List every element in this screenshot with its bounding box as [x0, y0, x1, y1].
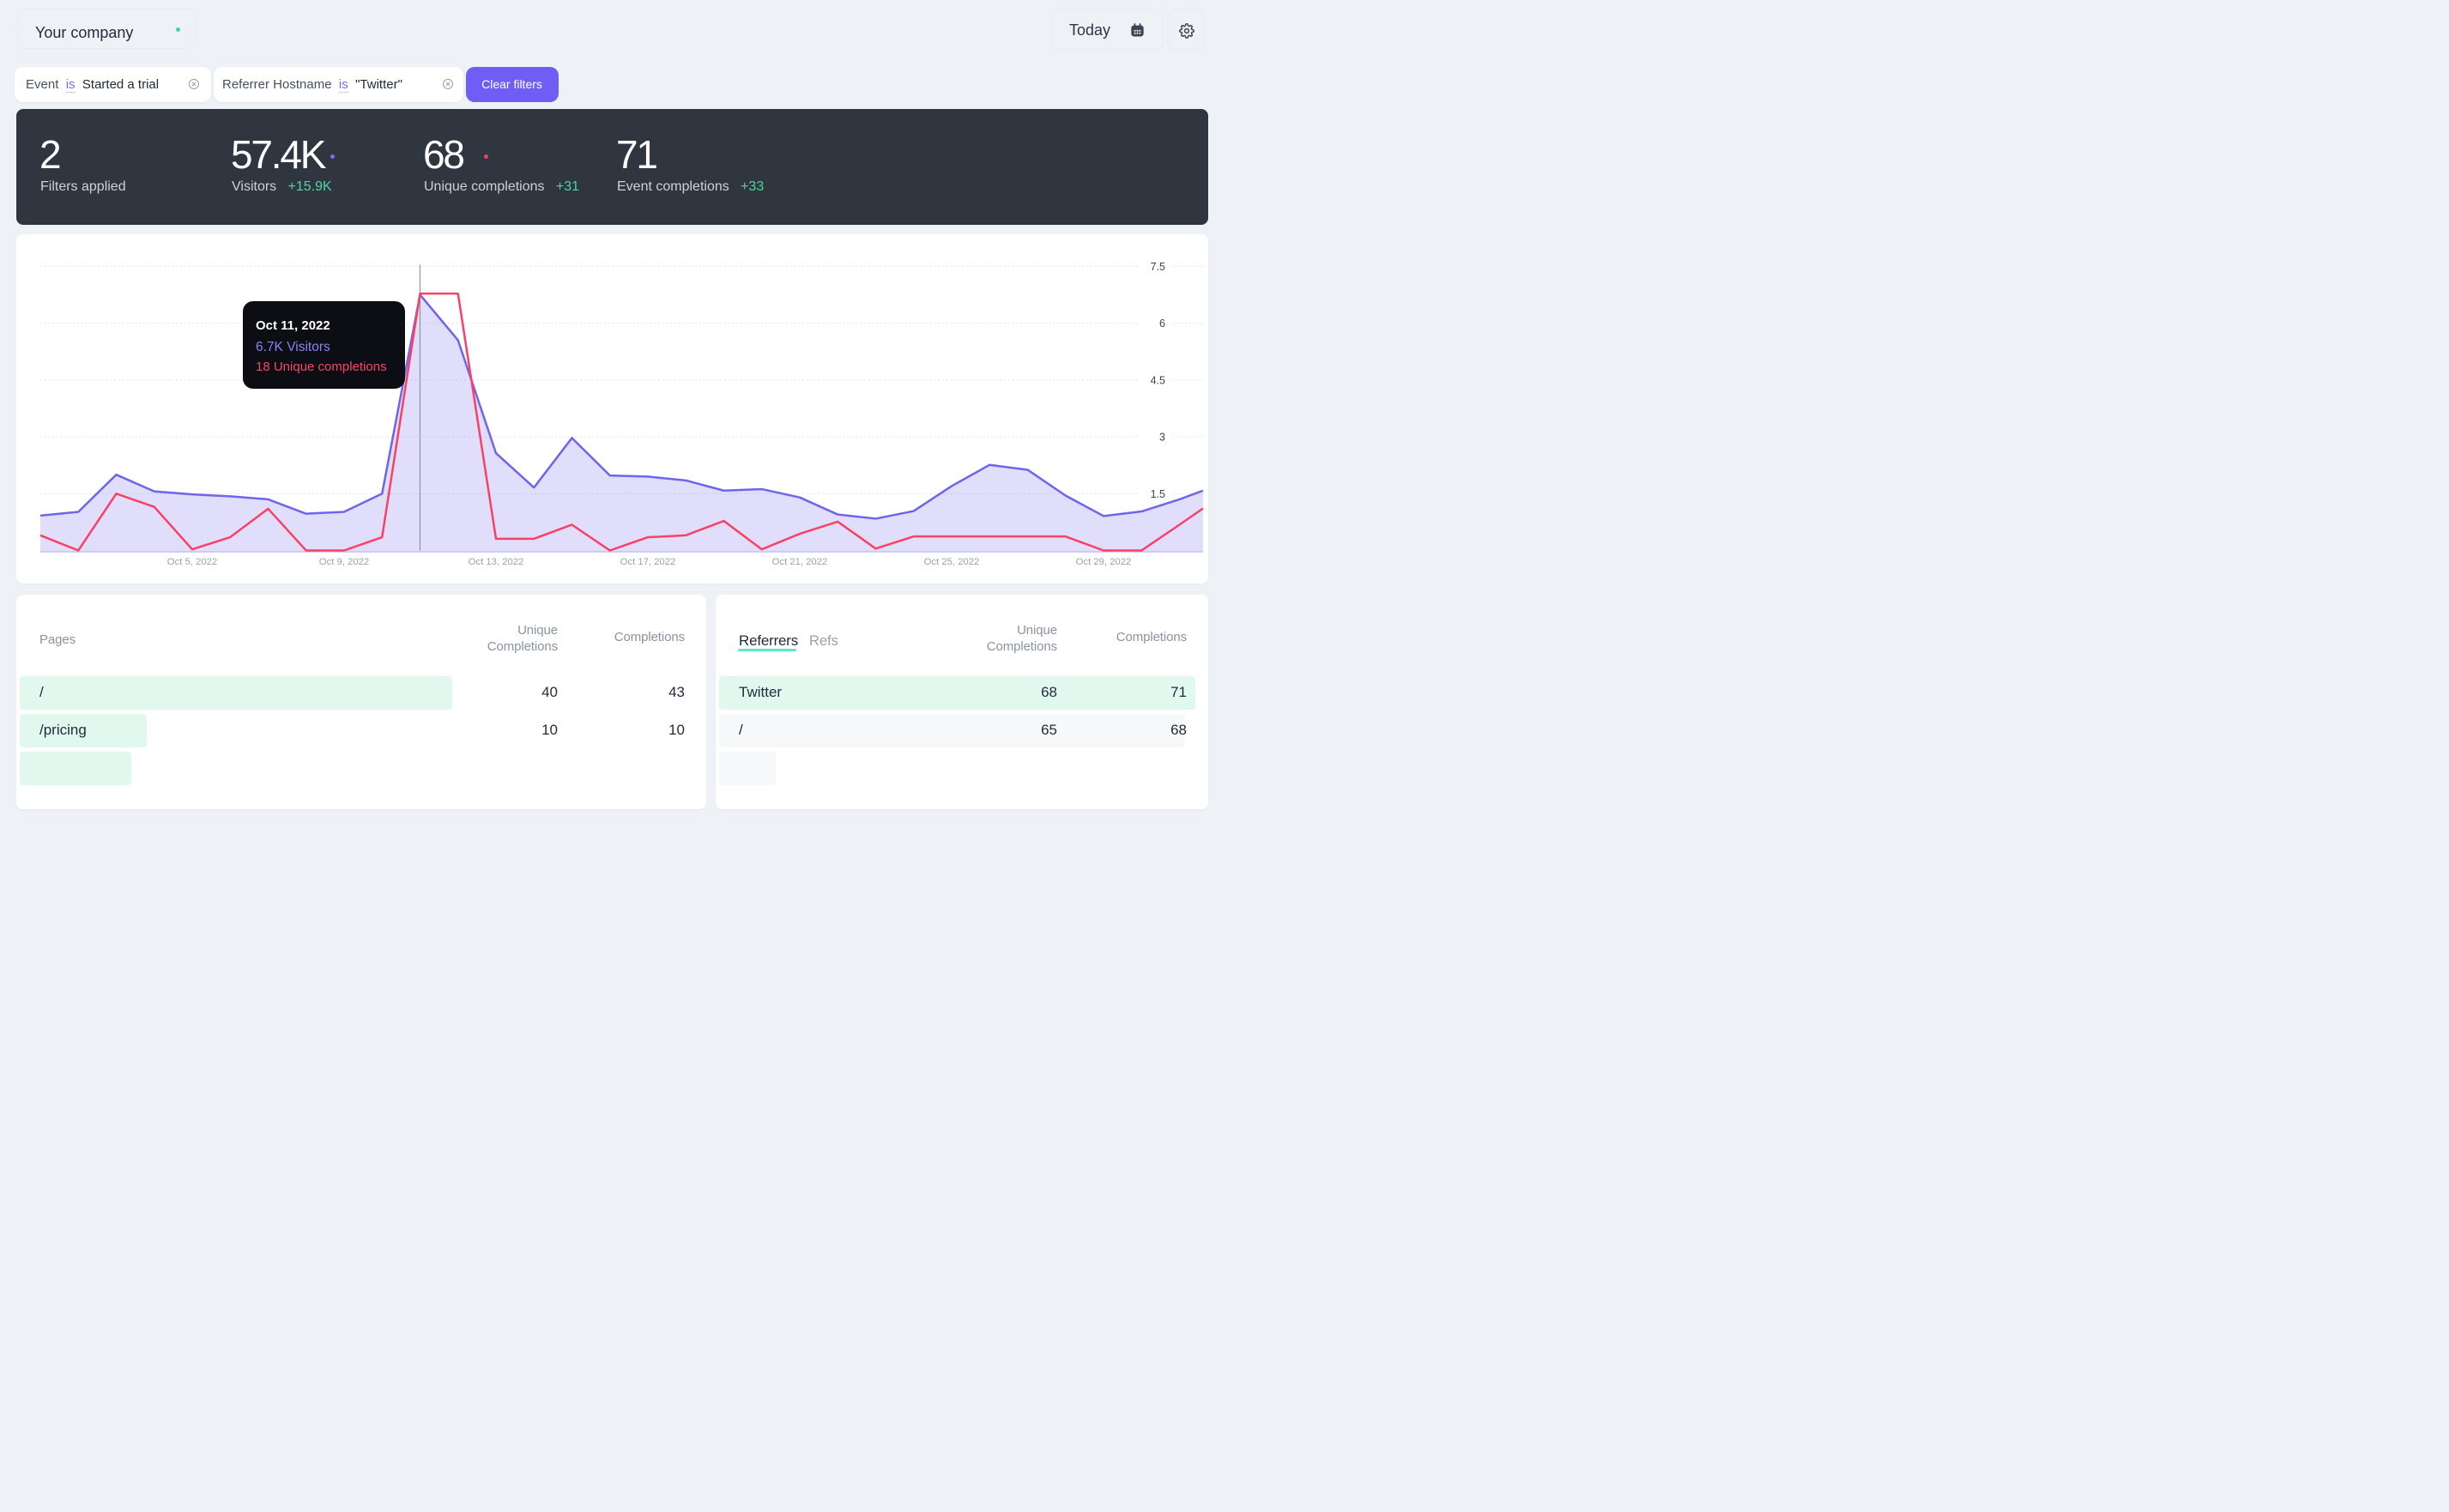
svg-text:6: 6: [1159, 318, 1165, 330]
svg-text:7.5: 7.5: [1151, 261, 1165, 273]
svg-text:1.5: 1.5: [1151, 488, 1165, 500]
svg-text:3: 3: [1159, 432, 1165, 444]
svg-text:4.5: 4.5: [1151, 374, 1165, 386]
